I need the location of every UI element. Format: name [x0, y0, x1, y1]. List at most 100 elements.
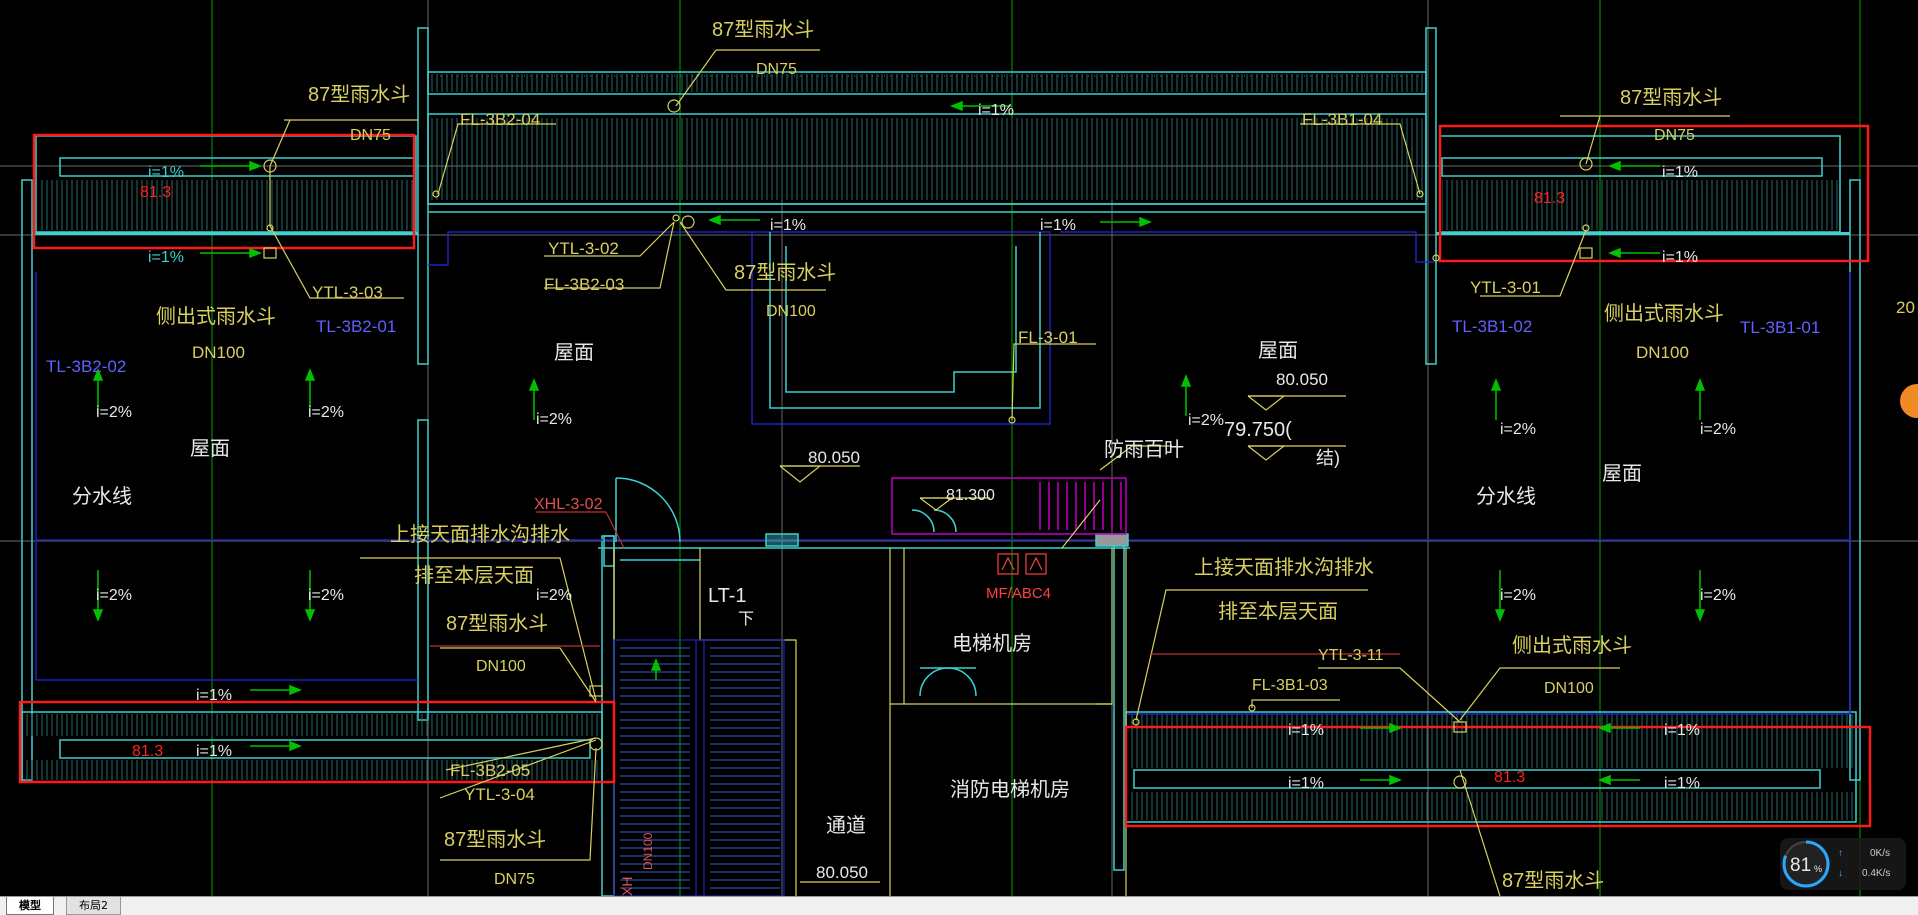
upper-drain-label: 上接天面排水沟排水: [390, 523, 570, 546]
fl-3-01-label: FL-3-01: [1018, 328, 1078, 347]
upper-drain-label-r: 上接天面排水沟排水: [1194, 556, 1374, 579]
struct-label: 结): [1316, 448, 1340, 468]
slope-label: i=2%: [96, 587, 132, 604]
fire-elevator-room-label: 消防电梯机房: [950, 778, 1070, 801]
dn75-label-top: DN75: [756, 61, 797, 78]
upper-drain-label-r2: 排至本层天面: [1218, 600, 1338, 623]
slope-label: i=2%: [536, 587, 572, 604]
slope-label: i=1%: [1288, 722, 1324, 739]
elev-81-3-tl: 81.3: [140, 184, 171, 201]
slope-label: i=1%: [1664, 722, 1700, 739]
mf-abc4-label: MF/ABC4: [986, 585, 1051, 602]
slope-label: i=2%: [1500, 421, 1536, 438]
tab-model[interactable]: 模型: [6, 897, 54, 915]
dn100-label-tl: DN100: [192, 343, 245, 362]
right-top-gutter: [1436, 135, 1850, 235]
lt1-label: LT-1: [708, 585, 747, 607]
cpu-percent: 81: [1790, 855, 1811, 876]
elev-79-750-label: 79.750(: [1224, 419, 1292, 441]
fl-3b2-05-label: FL-3B2-05: [450, 761, 530, 780]
cad-drawing-canvas[interactable]: 87型雨水斗 DN75 i=1% 81.3 i=1% YTL-3-03 侧出式雨…: [0, 0, 1918, 896]
slope-label: i=1%: [1664, 775, 1700, 792]
ytl-3-04-label: YTL-3-04: [464, 785, 535, 804]
slope-label: i=2%: [1700, 587, 1736, 604]
rain-hopper-label-mid: 87型雨水斗: [734, 261, 836, 284]
dn75-label-bl: DN75: [494, 871, 535, 888]
rain-hopper-label-top: 87型雨水斗: [712, 18, 814, 41]
elev-81-3-br: 81.3: [1494, 769, 1525, 786]
dn75-label-tl: DN75: [350, 127, 391, 144]
ytl-3-02-label: YTL-3-02: [548, 239, 619, 258]
elev-81-3-tr: 81.3: [1534, 190, 1565, 207]
slope-label: i=1%: [1040, 217, 1076, 234]
edge-label: 20: [1896, 298, 1915, 317]
divide-line-label: 分水线: [72, 485, 132, 508]
slope-label: i=1%: [1662, 164, 1698, 181]
rain-hopper-label-br: 87型雨水斗: [1502, 869, 1604, 892]
slope-label: i=2%: [1500, 587, 1536, 604]
slope-label: i=2%: [536, 411, 572, 428]
slope-label: i=1%: [196, 687, 232, 704]
cpu-percent-unit: %: [1814, 864, 1822, 874]
fl-3b1-03-label: FL-3B1-03: [1252, 677, 1328, 694]
slope-label: i=2%: [1700, 421, 1736, 438]
left-top-gutter: [32, 135, 418, 235]
xhl-3-02-label: XHL-3-02: [534, 496, 603, 513]
passage-label: 通道: [826, 814, 866, 837]
upload-speed: 0K/s: [1870, 848, 1890, 859]
side-hopper-label-tr: 侧出式雨水斗: [1604, 302, 1724, 325]
fl-3b2-03-label: FL-3B2-03: [544, 275, 624, 294]
tl-3b2-01-label: TL-3B2-01: [316, 317, 396, 336]
dn100-label-bl: DN100: [476, 658, 526, 675]
rain-louver-box: [891, 477, 1127, 535]
elev-80-050-label: 80.050: [808, 448, 860, 467]
slope-label: i=1%: [1288, 775, 1324, 792]
upload-arrow-icon: ↑: [1838, 848, 1843, 859]
fire-extinguisher-icon: [997, 553, 1047, 575]
rain-hopper-label-bl: 87型雨水斗: [446, 612, 548, 635]
slope-label: i=1%: [196, 743, 232, 760]
down-label: 下: [738, 611, 754, 628]
slope-label: i=2%: [1188, 412, 1224, 429]
roof-label: 屋面: [1602, 463, 1642, 485]
ytl-3-01-label: YTL-3-01: [1470, 278, 1541, 297]
roof-label: 屋面: [1258, 340, 1298, 362]
slope-label: i=1%: [770, 217, 806, 234]
elev-80-050-label: 80.050: [1276, 370, 1328, 389]
slope-label: i=2%: [308, 404, 344, 421]
fl-3b1-04-label: FL-3B1-04: [1302, 110, 1382, 129]
rain-hopper-label-bl2: 87型雨水斗: [444, 828, 546, 851]
drain-symbols: [263, 99, 1593, 789]
network-monitor-widget[interactable]: 81 % ↑ ↓ 0K/s 0.4K/s: [1780, 838, 1906, 890]
slope-label: i=1%: [978, 102, 1014, 119]
tl-3b2-02-label: TL-3B2-02: [46, 357, 126, 376]
roof-label: 屋面: [554, 342, 594, 364]
dn100-vertical-label: DN100: [641, 832, 655, 870]
layout-tab-bar: 模型 布局2: [0, 896, 1918, 915]
fl-3b2-04-label: FL-3B2-04: [460, 110, 540, 129]
tl-3b1-01-label: TL-3B1-01: [1740, 318, 1820, 337]
elev-81-300-label: 81.300: [946, 487, 995, 504]
side-hopper-label-tl: 侧出式雨水斗: [156, 305, 276, 328]
dn100-label-tr: DN100: [1636, 343, 1689, 362]
ytl-3-03-label: YTL-3-03: [312, 283, 383, 302]
elev-80-050-label-bottom: 80.050: [816, 863, 868, 882]
elevator-room-label: 电梯机房: [952, 632, 1032, 655]
slope-label: i=1%: [1662, 249, 1698, 266]
dn100-label-mid: DN100: [766, 303, 816, 320]
side-hopper-label-br: 侧出式雨水斗: [1512, 634, 1632, 657]
right-bottom-gutter: [1125, 711, 1857, 823]
xh-label: XH: [619, 877, 635, 896]
slope-label: i=1%: [148, 249, 184, 266]
ytl-3-11-label: YTL-3-11: [1318, 647, 1384, 664]
slope-label: i=1%: [148, 164, 184, 181]
tab-layout2[interactable]: 布局2: [66, 897, 121, 915]
top-gutter: [427, 71, 1427, 205]
download-speed: 0.4K/s: [1862, 868, 1890, 879]
roof-label: 屋面: [190, 438, 230, 460]
elev-81-3-bl: 81.3: [132, 743, 163, 760]
rain-louver-label: 防雨百叶: [1104, 438, 1184, 461]
rain-hopper-label-tr: 87型雨水斗: [1620, 86, 1722, 109]
slope-label: i=2%: [308, 587, 344, 604]
slope-label: i=2%: [96, 404, 132, 421]
